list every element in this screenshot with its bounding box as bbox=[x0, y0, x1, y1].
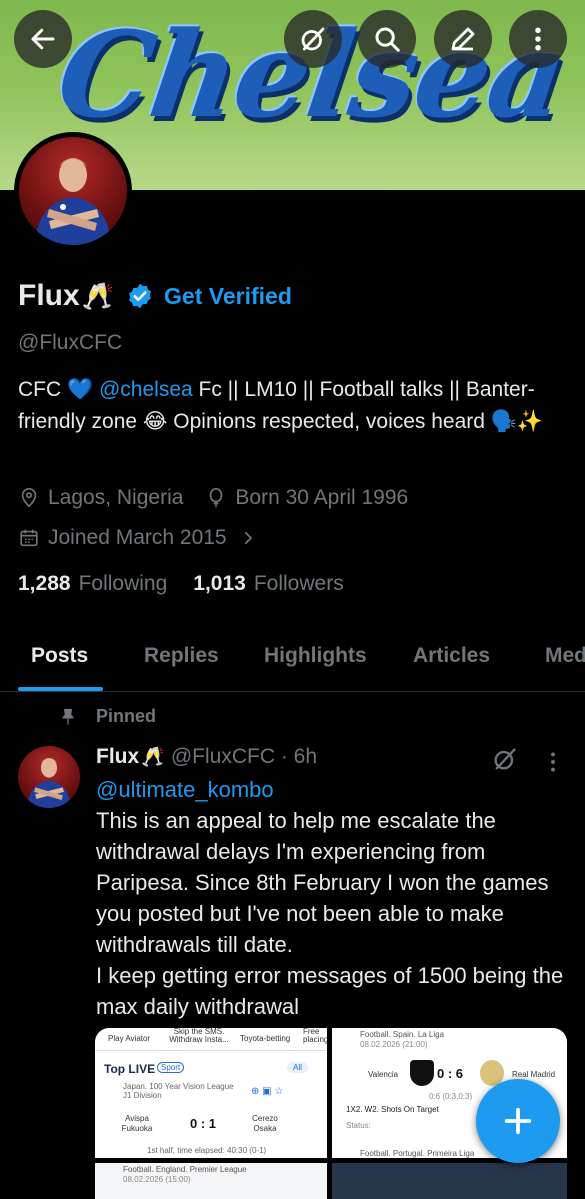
profile-avatar[interactable] bbox=[14, 132, 132, 250]
post-author-name[interactable]: Flux bbox=[96, 745, 139, 769]
bio-mention-link[interactable]: @chelsea bbox=[99, 378, 193, 401]
media-image-1[interactable]: Play Aviator Skip the SMS. Withdraw Inst… bbox=[95, 1028, 327, 1158]
profile-meta-row: Lagos, Nigeria Born 30 April 1996 bbox=[18, 486, 408, 510]
post-body: @ultimate_kombo This is an appeal to hel… bbox=[96, 774, 566, 1022]
location-pin-icon bbox=[21, 488, 37, 508]
m1-score: 0 : 1 bbox=[190, 1116, 217, 1131]
m1-league: Japan. 100 Year Vision League J1 Divisio… bbox=[123, 1082, 234, 1100]
followers-count: 1,013 bbox=[193, 572, 246, 595]
m3-league: Football. England. Premier League bbox=[123, 1165, 247, 1174]
tab-highlights[interactable]: Highlights bbox=[264, 644, 367, 668]
joined-text: Joined March 2015 bbox=[48, 526, 227, 549]
followers-label: Followers bbox=[253, 572, 344, 595]
m1-team2: Cerezo Osaka bbox=[252, 1114, 278, 1133]
post-author-emoji: 🥂 bbox=[141, 747, 165, 768]
post-handle-time: @FluxCFC · 6h bbox=[170, 745, 318, 768]
birthday-text: Born 30 April 1996 bbox=[235, 486, 409, 509]
m1-time: 1st half, time elapsed: 40:30 (0-1) bbox=[147, 1146, 267, 1155]
m1-action-icons: ⊕ ▣ ☆ bbox=[251, 1086, 284, 1097]
profile-name-row: Flux 🥂 Get Verified bbox=[18, 276, 292, 316]
m1-all-pill: All bbox=[287, 1062, 308, 1073]
m2-league: Football. Spain. La Liga bbox=[360, 1030, 445, 1039]
edit-profile-button[interactable] bbox=[434, 10, 492, 68]
m3-date: 08.02.2026 (15:00) bbox=[123, 1175, 191, 1184]
media-image-3[interactable]: Football. England. Premier League 08.02.… bbox=[95, 1163, 327, 1199]
following-label: Following bbox=[78, 572, 168, 595]
grok-icon bbox=[301, 27, 325, 51]
tab-media[interactable]: Media bbox=[545, 644, 585, 668]
pinned-label: Pinned bbox=[96, 706, 157, 726]
cheers-emoji: 🥂 bbox=[81, 280, 115, 311]
m2-score: 0 : 6 bbox=[437, 1066, 464, 1081]
post-text-paragraph-2: I keep getting error messages of 1500 be… bbox=[96, 963, 564, 1019]
get-verified-link[interactable]: Get Verified bbox=[164, 283, 292, 310]
search-icon bbox=[375, 27, 400, 52]
back-button[interactable] bbox=[14, 10, 72, 68]
plus-icon bbox=[504, 1107, 532, 1135]
post-text-paragraph-1: This is an appeal to help me escalate th… bbox=[96, 808, 549, 957]
pencil-icon bbox=[451, 27, 475, 51]
grok-icon[interactable] bbox=[491, 745, 519, 773]
m2-date: 08.02.2026 (21:00) bbox=[360, 1040, 428, 1049]
avatar-photo-small bbox=[27, 758, 71, 808]
location-text: Lagos, Nigeria bbox=[48, 486, 184, 509]
profile-bio: CFC 💙 @chelsea Fc || LM10 || Football ta… bbox=[18, 374, 573, 438]
followers-link[interactable]: 1,013 Followers bbox=[193, 572, 343, 596]
follow-stats: 1,288 Following 1,013 Followers bbox=[18, 572, 370, 596]
media-image-4[interactable] bbox=[332, 1163, 567, 1199]
joined-row[interactable]: Joined March 2015 bbox=[18, 526, 265, 550]
tab-replies[interactable]: Replies bbox=[144, 644, 219, 668]
compose-post-button[interactable] bbox=[476, 1079, 560, 1163]
post-author-avatar[interactable] bbox=[18, 746, 80, 808]
m1-sport-pill: Sport bbox=[157, 1062, 185, 1073]
more-options-button[interactable] bbox=[509, 10, 567, 68]
chevron-right-icon bbox=[244, 531, 252, 545]
m2-next-league: Football. Portugal. Primeira Liga bbox=[360, 1149, 475, 1158]
display-name: Flux bbox=[18, 279, 80, 312]
grok-button[interactable] bbox=[284, 10, 342, 68]
m2-market: 1X2. W2. Shots On Target bbox=[346, 1105, 439, 1114]
tab-articles[interactable]: Articles bbox=[413, 644, 490, 668]
pin-icon bbox=[62, 708, 74, 724]
post-more-icon[interactable] bbox=[540, 749, 566, 775]
following-link[interactable]: 1,288 Following bbox=[18, 572, 167, 596]
m2-team2: Real Madrid bbox=[512, 1070, 556, 1079]
tab-posts[interactable]: Posts bbox=[31, 644, 88, 668]
bio-text-start: CFC 💙 bbox=[18, 378, 99, 401]
post-header: Flux 🥂 @FluxCFC · 6h bbox=[96, 745, 317, 769]
m1-top-live: Top LIVE bbox=[104, 1062, 156, 1076]
more-vertical-icon bbox=[535, 27, 541, 51]
calendar-icon bbox=[20, 529, 38, 547]
following-count: 1,288 bbox=[18, 572, 71, 595]
pinned-indicator: Pinned bbox=[58, 706, 156, 727]
m1-tab-aviator: Play Aviator bbox=[108, 1034, 151, 1043]
active-tab-indicator bbox=[18, 687, 103, 691]
birthday-balloon-icon bbox=[210, 488, 223, 508]
avatar-photo bbox=[35, 158, 111, 245]
profile-tabs: Posts Replies Highlights Articles Media bbox=[0, 636, 585, 692]
m1-team1: Avispa Fukuoka bbox=[121, 1114, 153, 1133]
profile-handle: @FluxCFC bbox=[18, 331, 123, 354]
m2-sub: 0:6 (0:3,0:3) bbox=[429, 1092, 473, 1101]
m1-tab-toyota: Toyota-betting bbox=[240, 1034, 291, 1043]
post-mention-link[interactable]: @ultimate_kombo bbox=[96, 774, 566, 805]
search-button[interactable] bbox=[358, 10, 416, 68]
m1-tab-sms: Skip the SMS. Withdraw Insta... bbox=[169, 1028, 229, 1044]
m2-status: Status: bbox=[346, 1121, 371, 1130]
verified-badge-icon[interactable] bbox=[126, 282, 154, 310]
m2-team1: Valencia bbox=[368, 1070, 399, 1079]
back-arrow-icon bbox=[31, 28, 55, 50]
m1-tab-free: Free placing bbox=[303, 1028, 327, 1044]
